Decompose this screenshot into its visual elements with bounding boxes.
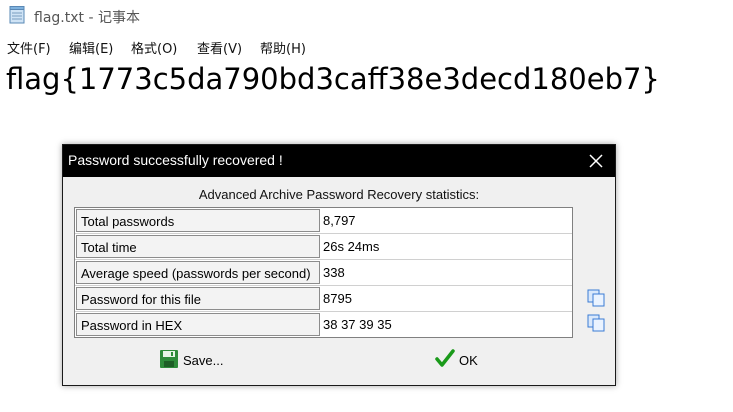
dialog-title: Password successfully recovered ! [68, 152, 283, 168]
close-icon[interactable] [585, 150, 607, 172]
checkmark-icon [435, 349, 455, 367]
menu-file[interactable]: 文件(F) [7, 38, 51, 57]
floppy-disk-icon [160, 350, 178, 368]
window-titlebar: flag.txt - 记事本 [0, 0, 733, 32]
stat-row-password-hex: Password in HEX 38 37 39 35 [75, 312, 572, 337]
copy-hex-button[interactable] [586, 313, 606, 333]
window-title: flag.txt - 记事本 [34, 10, 140, 26]
stat-row-average-speed: Average speed (passwords per second) 338 [75, 260, 572, 286]
copy-password-button[interactable] [586, 288, 606, 308]
stat-row-total-passwords: Total passwords 8,797 [75, 208, 572, 234]
stat-value: 338 [323, 265, 345, 280]
menu-help[interactable]: 帮助(H) [260, 38, 306, 57]
notepad-icon [9, 6, 25, 24]
save-button-label: Save... [183, 353, 224, 368]
stat-label: Password in HEX [76, 313, 320, 336]
stat-label: Average speed (passwords per second) [76, 261, 320, 284]
stat-row-password: Password for this file 8795 [75, 286, 572, 312]
menu-view[interactable]: 查看(V) [197, 38, 242, 57]
stat-value: 26s 24ms [323, 239, 380, 254]
menu-bar: 文件(F) 编辑(E) 格式(O) 查看(V) 帮助(H) [0, 36, 733, 58]
ok-button[interactable]: OK [435, 349, 495, 373]
stat-value: 8,797 [323, 213, 356, 228]
stat-value-password[interactable]: 8795 [323, 286, 352, 311]
recovery-dialog: Password successfully recovered ! Advanc… [62, 144, 616, 386]
stat-value-password-hex[interactable]: 38 37 39 35 [323, 312, 392, 337]
stat-row-total-time: Total time 26s 24ms [75, 234, 572, 260]
save-button[interactable]: Save... [159, 349, 249, 373]
menu-format[interactable]: 格式(O) [131, 38, 177, 57]
menu-edit[interactable]: 编辑(E) [69, 38, 113, 57]
dialog-titlebar: Password successfully recovered ! [63, 145, 615, 177]
stats-table: Total passwords 8,797 Total time 26s 24m… [74, 207, 573, 338]
editor-content[interactable]: flag{1773c5da790bd3caff38e3decd180eb7} [6, 62, 660, 96]
ok-button-label: OK [459, 353, 478, 368]
stat-label: Total passwords [76, 209, 320, 232]
stat-label: Total time [76, 235, 320, 258]
stats-heading: Advanced Archive Password Recovery stati… [198, 187, 480, 202]
stat-label: Password for this file [76, 287, 320, 310]
